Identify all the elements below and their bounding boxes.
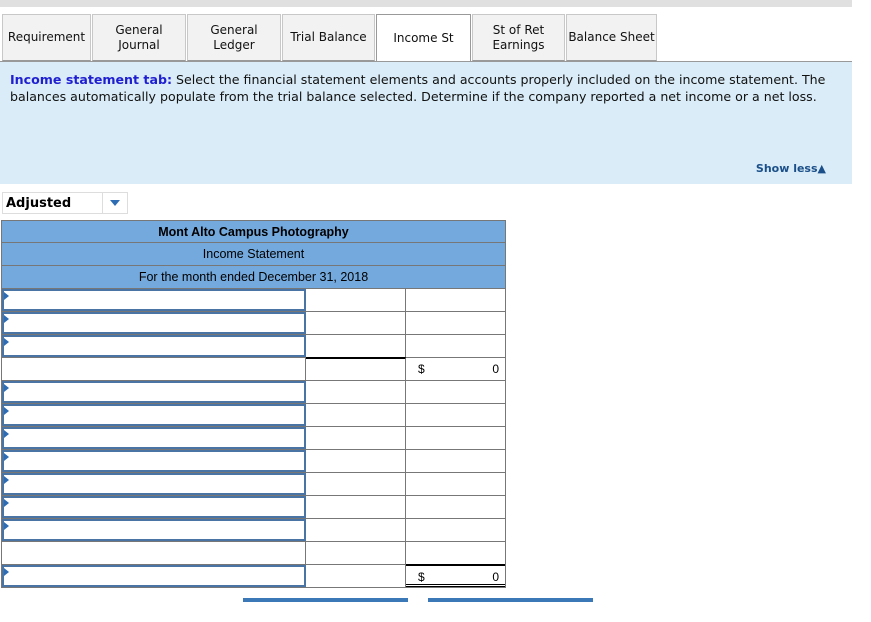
- amount-cell: [306, 542, 406, 564]
- net-income-total-cell: $0: [406, 564, 505, 587]
- account-dropdown-input[interactable]: [2, 404, 306, 426]
- account-cell[interactable]: [2, 381, 306, 403]
- tab-balance-sheet[interactable]: Balance Sheet: [566, 14, 657, 61]
- previous-button[interactable]: [243, 598, 408, 602]
- total-cell: [406, 473, 505, 495]
- amount-cell: [306, 427, 406, 449]
- income-statement-worksheet: Mont Alto Campus Photography Income Stat…: [1, 220, 506, 588]
- total-cell: [406, 289, 505, 311]
- tab-bar: Requirement General Journal General Ledg…: [2, 14, 658, 62]
- statement-row: [1, 519, 506, 542]
- account-cell[interactable]: [2, 473, 306, 495]
- total-cell: [406, 381, 505, 403]
- tab-label: General Journal: [115, 22, 163, 52]
- company-name: Mont Alto Campus Photography: [1, 220, 506, 243]
- tab-general-ledger[interactable]: General Ledger: [187, 14, 281, 61]
- account-cell[interactable]: [2, 450, 306, 472]
- total-cell: [406, 335, 505, 357]
- amount-cell: [306, 450, 406, 472]
- amount-cell: [306, 565, 406, 587]
- amount-cell: [306, 404, 406, 426]
- statement-row: [1, 496, 506, 519]
- amount-cell: [306, 289, 406, 311]
- currency-symbol: $: [418, 570, 425, 584]
- statement-row: [1, 289, 506, 312]
- account-cell[interactable]: [2, 404, 306, 426]
- statement-row: $0: [1, 357, 506, 381]
- account-cell[interactable]: [2, 335, 306, 357]
- account-dropdown-input[interactable]: [2, 289, 306, 311]
- account-dropdown-input[interactable]: [2, 450, 306, 472]
- statement-row: [1, 427, 506, 450]
- statement-row: [1, 473, 506, 496]
- account-cell: [2, 542, 306, 564]
- statement-row: [1, 404, 506, 427]
- account-dropdown-input[interactable]: [2, 565, 306, 587]
- account-dropdown-input[interactable]: [2, 335, 306, 357]
- account-cell: [2, 358, 306, 380]
- account-dropdown-input[interactable]: [2, 381, 306, 403]
- statement-period: For the month ended December 31, 2018: [1, 266, 506, 289]
- total-cell: $0: [406, 358, 505, 380]
- show-less-label: Show less: [755, 162, 818, 175]
- account-dropdown-input[interactable]: [2, 519, 306, 541]
- top-scroll-bar: [0, 0, 852, 7]
- total-cell: [406, 496, 505, 518]
- total-amount: 0: [492, 570, 499, 584]
- instructions-panel: Income statement tab: Select the financi…: [0, 61, 852, 184]
- account-dropdown-input[interactable]: [2, 473, 306, 495]
- account-dropdown-input[interactable]: [2, 496, 306, 518]
- account-cell[interactable]: [2, 312, 306, 334]
- show-less-button[interactable]: Show less▲: [756, 162, 826, 175]
- amount-cell: [306, 381, 406, 403]
- statement-row: [1, 335, 506, 358]
- tab-label: General Ledger: [210, 22, 258, 52]
- trial-balance-select[interactable]: Adjusted: [2, 192, 128, 214]
- statement-row: $0: [1, 564, 506, 588]
- account-cell[interactable]: [2, 289, 306, 311]
- amount-cell: [306, 357, 406, 380]
- total-cell: [406, 519, 505, 541]
- total-cell: [406, 404, 505, 426]
- instructions-lead: Income statement tab:: [10, 72, 172, 87]
- amount-cell: [306, 496, 406, 518]
- tab-trial-balance[interactable]: Trial Balance: [282, 14, 375, 61]
- statement-row: [1, 312, 506, 335]
- tab-label: St of Ret Earnings: [492, 22, 545, 52]
- total-cell: [406, 450, 505, 472]
- statement-row: [1, 381, 506, 404]
- next-button[interactable]: [428, 598, 593, 602]
- chevron-down-icon[interactable]: [102, 193, 127, 213]
- triangle-up-icon: ▲: [817, 162, 826, 175]
- account-dropdown-input[interactable]: [2, 312, 306, 334]
- account-cell[interactable]: [2, 519, 306, 541]
- account-cell[interactable]: [2, 427, 306, 449]
- total-amount: 0: [492, 362, 499, 376]
- account-cell[interactable]: [2, 496, 306, 518]
- amount-cell: [306, 519, 406, 541]
- statement-row: [1, 542, 506, 565]
- statement-row: [1, 450, 506, 473]
- statement-title: Income Statement: [1, 243, 506, 266]
- account-cell[interactable]: [2, 565, 306, 587]
- total-cell: [406, 312, 505, 334]
- currency-symbol: $: [418, 362, 425, 376]
- tab-income-statement[interactable]: Income St: [376, 14, 471, 62]
- instructions-text: Income statement tab: Select the financi…: [10, 72, 840, 105]
- tab-requirement[interactable]: Requirement: [2, 14, 91, 61]
- total-cell: [406, 427, 505, 449]
- tab-general-journal[interactable]: General Journal: [92, 14, 186, 61]
- tab-retained-earnings[interactable]: St of Ret Earnings: [472, 14, 565, 61]
- amount-cell: [306, 473, 406, 495]
- trial-balance-select-value: Adjusted: [6, 195, 72, 211]
- total-cell: [406, 542, 505, 564]
- account-dropdown-input[interactable]: [2, 427, 306, 449]
- amount-cell: [306, 335, 406, 357]
- amount-cell: [306, 312, 406, 334]
